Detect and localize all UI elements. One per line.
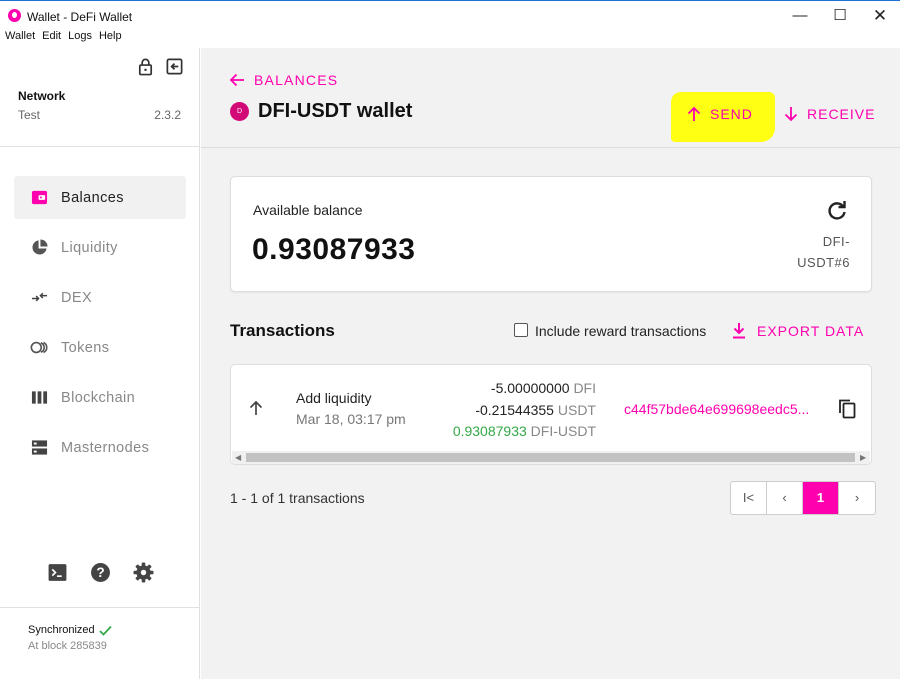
copy-icon[interactable] [837,398,858,419]
tx-hash-link[interactable]: c44f57bde64e699698eedc5... [624,401,809,417]
tx-unit: USDT [557,401,596,418]
sidebar-item-label: Liquidity [61,239,118,256]
sidebar-item-masternodes[interactable]: Masternodes [14,426,186,469]
arrow-left-icon [229,73,244,87]
current-page-button[interactable]: 1 [803,482,839,514]
balance-value: 0.93087933 [252,233,416,266]
sidebar-nav: Balances Liquidity DEX Tokens Blockchain [14,176,186,476]
sidebar-item-label: DEX [61,289,93,306]
terminal-icon[interactable] [47,562,68,583]
transactions-table: Add liquidity Mar 18, 03:17 pm -5.000000… [230,364,872,465]
sidebar: Network Test 2.3.2 Balances Liquidity DE… [0,48,200,679]
back-to-balances-link[interactable]: BALANCES [229,72,338,88]
menu-help[interactable]: Help [99,30,122,48]
maximize-button[interactable]: ☐ [828,5,852,27]
menu-logs[interactable]: Logs [68,30,92,48]
first-page-button[interactable]: I< [731,482,767,514]
tx-amount: -5.00000000 [490,380,570,396]
sidebar-item-tokens[interactable]: Tokens [14,326,186,369]
page-title: DFI-USDT wallet [258,100,413,122]
sidebar-item-liquidity[interactable]: Liquidity [14,226,186,269]
tx-date: Mar 18, 03:17 pm [296,411,406,427]
scrollbar-thumb[interactable] [246,453,855,462]
app-version: 2.3.2 [154,108,181,122]
receive-label: RECEIVE [807,106,876,122]
tx-unit: DFI [573,380,596,396]
tx-amounts: -5.00000000 DFI -0.21544355 USDT 0.93087… [406,378,596,443]
horizontal-scrollbar[interactable]: ◀ ▶ [232,451,870,464]
download-icon [733,323,745,339]
tx-amount: -0.21544355 [475,401,554,418]
next-page-button[interactable]: › [839,482,875,514]
wallet-content: Available balance 0.93087933 DFI- USDT#6… [201,148,900,679]
divider [0,146,200,147]
swap-arrows-icon [30,289,48,307]
balance-unit: DFI- USDT#6 [780,231,850,273]
scroll-left-icon[interactable]: ◀ [235,451,241,464]
balance-unit-line2: USDT#6 [797,255,850,270]
svg-text:?: ? [96,565,104,580]
include-reward-label[interactable]: Include reward transactions [535,323,706,339]
balance-unit-line1: DFI- [822,234,850,249]
wallet-icon [30,189,48,207]
divider [0,607,200,608]
send-button[interactable]: SEND [687,106,753,122]
window-title: Wallet - DeFi Wallet [27,10,133,24]
back-label: BALANCES [254,72,339,88]
sidebar-item-balances[interactable]: Balances [14,176,186,219]
tx-amount-line: -5.00000000 DFI [406,378,596,400]
menu-edit[interactable]: Edit [42,30,61,48]
arrow-up-icon [687,106,701,121]
tx-unit: DFI-USDT [530,423,596,439]
include-reward-checkbox[interactable] [514,323,528,337]
sidebar-item-label: Masternodes [61,439,150,456]
wallet-header: BALANCES D DFI-USDT wallet SEND RECEIVE [201,48,900,148]
prev-page-button[interactable]: ‹ [767,482,803,514]
minimize-button[interactable]: — [788,5,812,27]
sidebar-item-dex[interactable]: DEX [14,276,186,319]
sidebar-item-label: Blockchain [61,389,136,406]
check-icon [99,625,112,636]
export-label: EXPORT DATA [757,323,865,339]
transactions-count: 1 - 1 of 1 transactions [230,490,365,506]
sidebar-item-label: Balances [61,189,124,206]
sidebar-item-label: Tokens [61,339,110,356]
network-name: Test [18,108,41,122]
balance-label: Available balance [253,202,363,218]
transactions-title: Transactions [230,321,335,340]
tx-type: Add liquidity [296,390,372,406]
app-logo-icon [8,9,21,22]
receive-button[interactable]: RECEIVE [784,106,875,122]
blockchain-icon [30,389,48,407]
sidebar-item-blockchain[interactable]: Blockchain [14,376,186,419]
close-button[interactable]: ✕ [868,5,892,27]
window-titlebar: Wallet - DeFi Wallet — ☐ ✕ [0,0,900,30]
help-icon[interactable]: ? [90,562,111,583]
tx-amount-line: -0.21544355 USDT [406,400,596,422]
menu-wallet[interactable]: Wallet [5,30,35,48]
pagination: I< ‹ 1 › [730,481,876,515]
balance-card: Available balance 0.93087933 DFI- USDT#6 [230,176,872,292]
arrow-up-icon [249,400,263,415]
settings-gear-icon[interactable] [133,562,154,583]
refresh-icon[interactable] [825,199,849,223]
tx-amount: 0.93087933 [452,423,527,439]
lock-icon[interactable] [136,57,155,76]
sync-status: Synchronized [28,624,112,636]
token-dfi-icon: D [230,102,249,121]
scroll-right-icon[interactable]: ▶ [860,451,866,464]
tx-amount-line: 0.93087933 DFI-USDT [406,421,596,443]
export-data-button[interactable]: EXPORT DATA [731,322,864,340]
pie-chart-icon [30,239,48,257]
send-label: SEND [710,106,753,122]
network-label: Network [18,89,66,103]
logout-icon[interactable] [165,57,184,76]
sync-status-label: Synchronized [28,624,95,636]
server-icon [30,439,48,457]
arrow-down-icon [784,107,798,122]
block-height: At block 285839 [28,640,107,652]
menu-bar: Wallet Edit Logs Help [0,30,122,48]
tokens-icon [30,339,48,357]
